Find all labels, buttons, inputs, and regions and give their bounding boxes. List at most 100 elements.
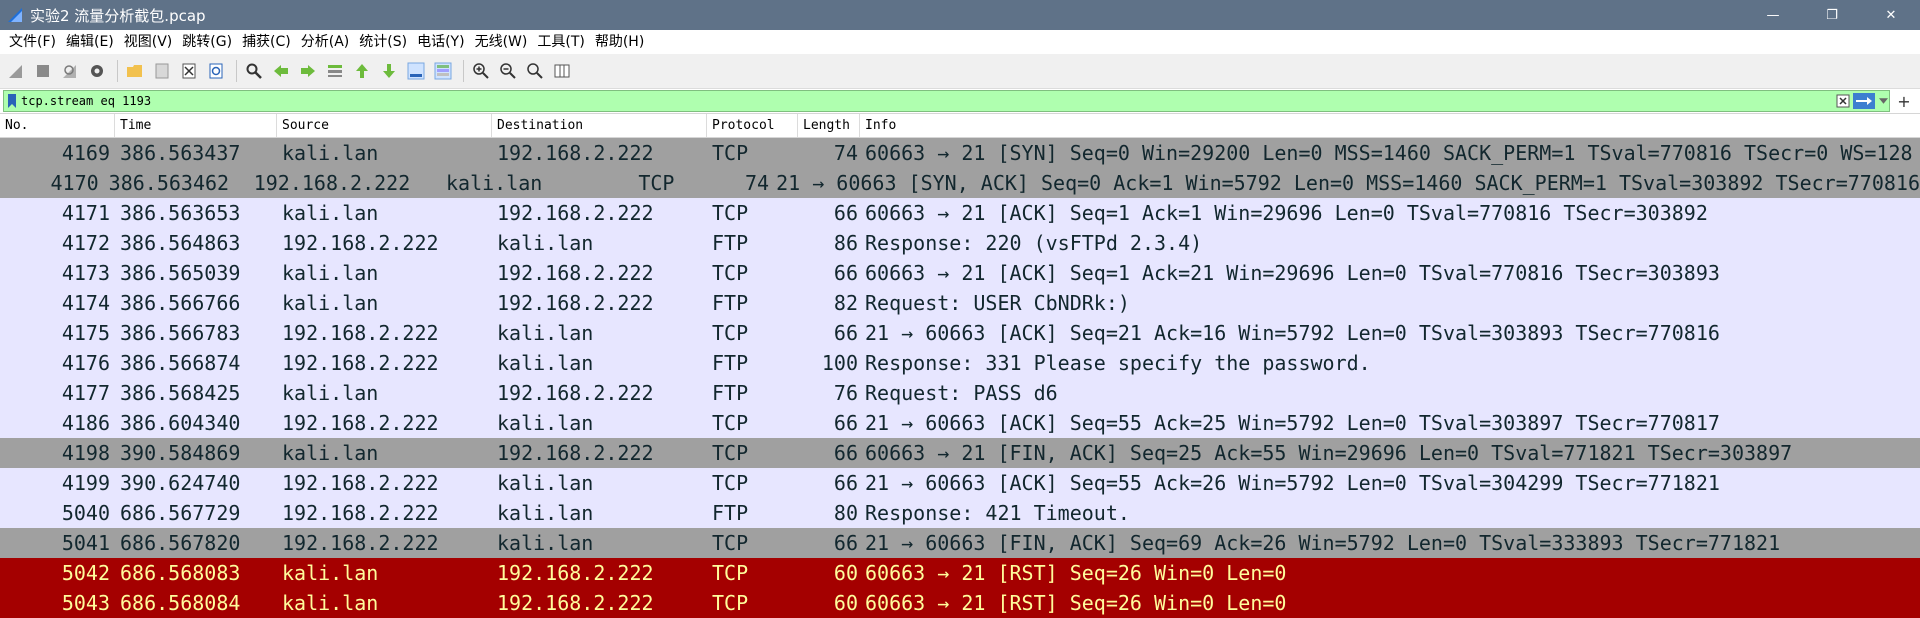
filter-history-dropdown[interactable] bbox=[1877, 93, 1889, 109]
restart-capture-button[interactable] bbox=[58, 59, 82, 83]
packet-length: 80 bbox=[833, 501, 858, 525]
packet-destination: 192.168.2.222 bbox=[497, 201, 654, 225]
plus-icon: + bbox=[1897, 91, 1911, 111]
packet-protocol: TCP bbox=[712, 471, 749, 495]
packet-row[interactable]: 4176 386.566874 192.168.2.222 kali.lan FTP 10… bbox=[0, 348, 1920, 378]
bookmark-icon[interactable] bbox=[7, 94, 17, 108]
packet-row[interactable]: 4186 386.604340 192.168.2.222 kali.lan TCP 66… bbox=[0, 408, 1920, 438]
column-header-no[interactable]: No. bbox=[0, 114, 115, 137]
packet-row[interactable]: 4171 386.563653 kali.lan 192.168.2.222 TCP 66… bbox=[0, 198, 1920, 228]
packet-row[interactable]: 4177 386.568425 kali.lan 192.168.2.222 FTP 76… bbox=[0, 378, 1920, 408]
resize-columns-button[interactable] bbox=[550, 59, 574, 83]
capture-options-button[interactable] bbox=[85, 59, 109, 83]
packet-time: 686.567729 bbox=[120, 501, 241, 525]
save-file-button[interactable] bbox=[150, 59, 174, 83]
toolbar-separator bbox=[236, 60, 237, 82]
packet-time: 686.567820 bbox=[120, 531, 241, 555]
column-header-info[interactable]: Info bbox=[860, 114, 1920, 137]
packet-row[interactable]: 5041 686.567820 192.168.2.222 kali.lan TCP 66… bbox=[0, 528, 1920, 558]
packet-destination: kali.lan bbox=[497, 321, 594, 345]
colorize-button[interactable] bbox=[431, 59, 455, 83]
menu-edit[interactable]: 编辑(E) bbox=[61, 30, 119, 54]
menu-file[interactable]: 文件(F) bbox=[4, 30, 61, 54]
packet-source: 192.168.2.222 bbox=[282, 321, 439, 345]
go-to-packet-button[interactable] bbox=[323, 59, 347, 83]
packet-protocol: TCP bbox=[712, 591, 749, 615]
arrow-right-icon bbox=[301, 65, 315, 77]
packet-row[interactable]: 4174 386.566766 kali.lan 192.168.2.222 FTP 82… bbox=[0, 288, 1920, 318]
reload-file-button[interactable] bbox=[204, 59, 228, 83]
packet-row[interactable]: 4170 386.563462 192.168.2.222 kali.lan TCP 74… bbox=[0, 168, 1920, 198]
maximize-button[interactable]: ❐ bbox=[1803, 0, 1861, 30]
menu-view[interactable]: 视图(V) bbox=[119, 30, 178, 54]
packet-protocol: TCP bbox=[712, 321, 749, 345]
column-header-protocol[interactable]: Protocol bbox=[707, 114, 798, 137]
packet-row[interactable]: 4198 390.584869 kali.lan 192.168.2.222 TCP 66… bbox=[0, 438, 1920, 468]
add-filter-button[interactable]: + bbox=[1894, 91, 1914, 111]
column-header-destination[interactable]: Destination bbox=[492, 114, 707, 137]
go-forward-button[interactable] bbox=[296, 59, 320, 83]
clear-filter-button[interactable] bbox=[1835, 93, 1851, 109]
menu-wireless[interactable]: 无线(W) bbox=[470, 30, 533, 54]
packet-protocol: TCP bbox=[712, 141, 749, 165]
packet-protocol: TCP bbox=[712, 531, 749, 555]
packet-row[interactable]: 5040 686.567729 192.168.2.222 kali.lan FTP 80… bbox=[0, 498, 1920, 528]
packet-source: kali.lan bbox=[282, 381, 379, 405]
menu-analyze[interactable]: 分析(A) bbox=[296, 30, 355, 54]
packet-row[interactable]: 4199 390.624740 192.168.2.222 kali.lan TCP 66… bbox=[0, 468, 1920, 498]
autoscroll-icon bbox=[407, 62, 425, 80]
packet-row[interactable]: 4173 386.565039 kali.lan 192.168.2.222 TCP 66… bbox=[0, 258, 1920, 288]
autoscroll-button[interactable] bbox=[404, 59, 428, 83]
packet-source: 192.168.2.222 bbox=[282, 501, 439, 525]
packet-info: Request: USER CbNDRk:) bbox=[865, 291, 1130, 315]
window-title: 实验2 流量分析截包.pcap bbox=[30, 6, 206, 25]
packet-no: 5041 bbox=[61, 531, 110, 555]
zoom-in-button[interactable] bbox=[469, 59, 493, 83]
packet-time: 386.563462 bbox=[108, 171, 230, 195]
packet-destination: 192.168.2.222 bbox=[497, 441, 654, 465]
reload-icon bbox=[209, 63, 223, 79]
menu-statistics[interactable]: 统计(S) bbox=[354, 30, 412, 54]
close-button[interactable]: ✕ bbox=[1862, 0, 1920, 30]
menu-go[interactable]: 跳转(G) bbox=[177, 30, 237, 54]
column-header-time[interactable]: Time bbox=[115, 114, 277, 137]
column-header-source[interactable]: Source bbox=[277, 114, 492, 137]
packet-destination: kali.lan bbox=[446, 171, 543, 195]
packet-row[interactable]: 5043 686.568084 kali.lan 192.168.2.222 TCP 60… bbox=[0, 588, 1920, 618]
packet-source: kali.lan bbox=[282, 591, 379, 615]
open-file-button[interactable] bbox=[123, 59, 147, 83]
stop-capture-button[interactable] bbox=[31, 59, 55, 83]
packet-length: 100 bbox=[821, 351, 858, 375]
goto-packet-icon bbox=[328, 65, 342, 77]
menu-help[interactable]: 帮助(H) bbox=[590, 30, 649, 54]
packet-time: 386.566783 bbox=[120, 321, 241, 345]
find-packet-button[interactable] bbox=[242, 59, 266, 83]
apply-filter-button[interactable] bbox=[1853, 93, 1875, 109]
menu-tools[interactable]: 工具(T) bbox=[532, 30, 589, 54]
packet-length: 66 bbox=[833, 441, 858, 465]
go-last-packet-button[interactable] bbox=[377, 59, 401, 83]
packet-info: 60663 → 21 [ACK] Seq=1 Ack=1 Win=29696 L… bbox=[865, 201, 1708, 225]
close-file-button[interactable] bbox=[177, 59, 201, 83]
packet-length: 82 bbox=[833, 291, 858, 315]
menu-telephony[interactable]: 电话(Y) bbox=[412, 30, 469, 54]
packet-info: Response: 220 (vsFTPd 2.3.4) bbox=[865, 231, 1203, 255]
packet-destination: kali.lan bbox=[497, 351, 594, 375]
toolbar-separator bbox=[117, 60, 118, 82]
zoom-out-button[interactable] bbox=[496, 59, 520, 83]
minimize-button[interactable]: — bbox=[1744, 0, 1802, 30]
menu-capture[interactable]: 捕获(C) bbox=[237, 30, 296, 54]
packet-row[interactable]: 4169 386.563437 kali.lan 192.168.2.222 TCP 74… bbox=[0, 138, 1920, 168]
start-capture-button[interactable] bbox=[4, 59, 28, 83]
packet-destination: kali.lan bbox=[497, 501, 594, 525]
packet-row[interactable]: 5042 686.568083 kali.lan 192.168.2.222 TCP 60… bbox=[0, 558, 1920, 588]
arrow-right-icon bbox=[1856, 97, 1872, 105]
column-header-length[interactable]: Length bbox=[798, 114, 860, 137]
go-back-button[interactable] bbox=[269, 59, 293, 83]
display-filter-input[interactable] bbox=[21, 92, 1835, 110]
zoom-reset-button[interactable] bbox=[523, 59, 547, 83]
packet-row[interactable]: 4172 386.564863 192.168.2.222 kali.lan FTP 86… bbox=[0, 228, 1920, 258]
restart-icon bbox=[63, 65, 76, 78]
packet-row[interactable]: 4175 386.566783 192.168.2.222 kali.lan TCP 66… bbox=[0, 318, 1920, 348]
go-first-packet-button[interactable] bbox=[350, 59, 374, 83]
